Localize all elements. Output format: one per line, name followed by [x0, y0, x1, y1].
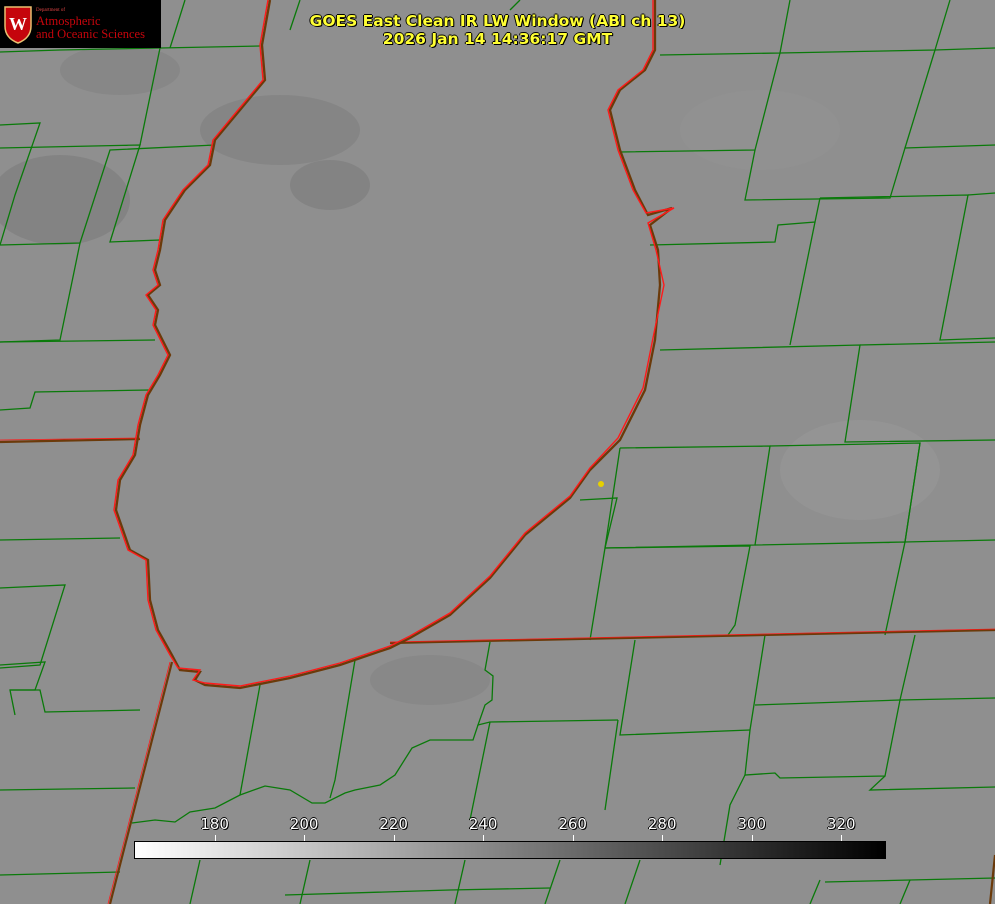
temperature-colorbar: [134, 841, 886, 859]
colorbar-tick-mark: [214, 835, 216, 841]
image-title: GOES East Clean IR LW Window (ABI ch 13): [309, 12, 686, 30]
colorbar-tick-label: 180: [200, 815, 229, 833]
location-marker: [598, 481, 604, 487]
colorbar-tick-mark: [393, 835, 395, 841]
satellite-map: [0, 0, 995, 904]
colorbar-tick-label: 320: [826, 815, 856, 833]
colorbar-tick-label: 240: [468, 815, 498, 833]
colorbar-tick-label: 200: [289, 815, 319, 833]
colorbar-tick-mark: [751, 835, 753, 841]
colorbar-tick-mark: [572, 835, 574, 841]
colorbar-tick-mark: [483, 835, 485, 841]
image-timestamp: 2026 Jan 14 14:36:17 GMT: [382, 30, 613, 48]
colorbar-tick-label: 300: [737, 815, 767, 833]
colorbar-tick-mark: [841, 835, 843, 841]
colorbar-tick-label: 280: [647, 815, 677, 833]
colorbar-tick-mark: [304, 835, 306, 841]
colorbar-tick-label: 260: [558, 815, 587, 833]
colorbar-tick-label: 220: [379, 815, 408, 833]
colorbar-tick-mark: [662, 835, 664, 841]
